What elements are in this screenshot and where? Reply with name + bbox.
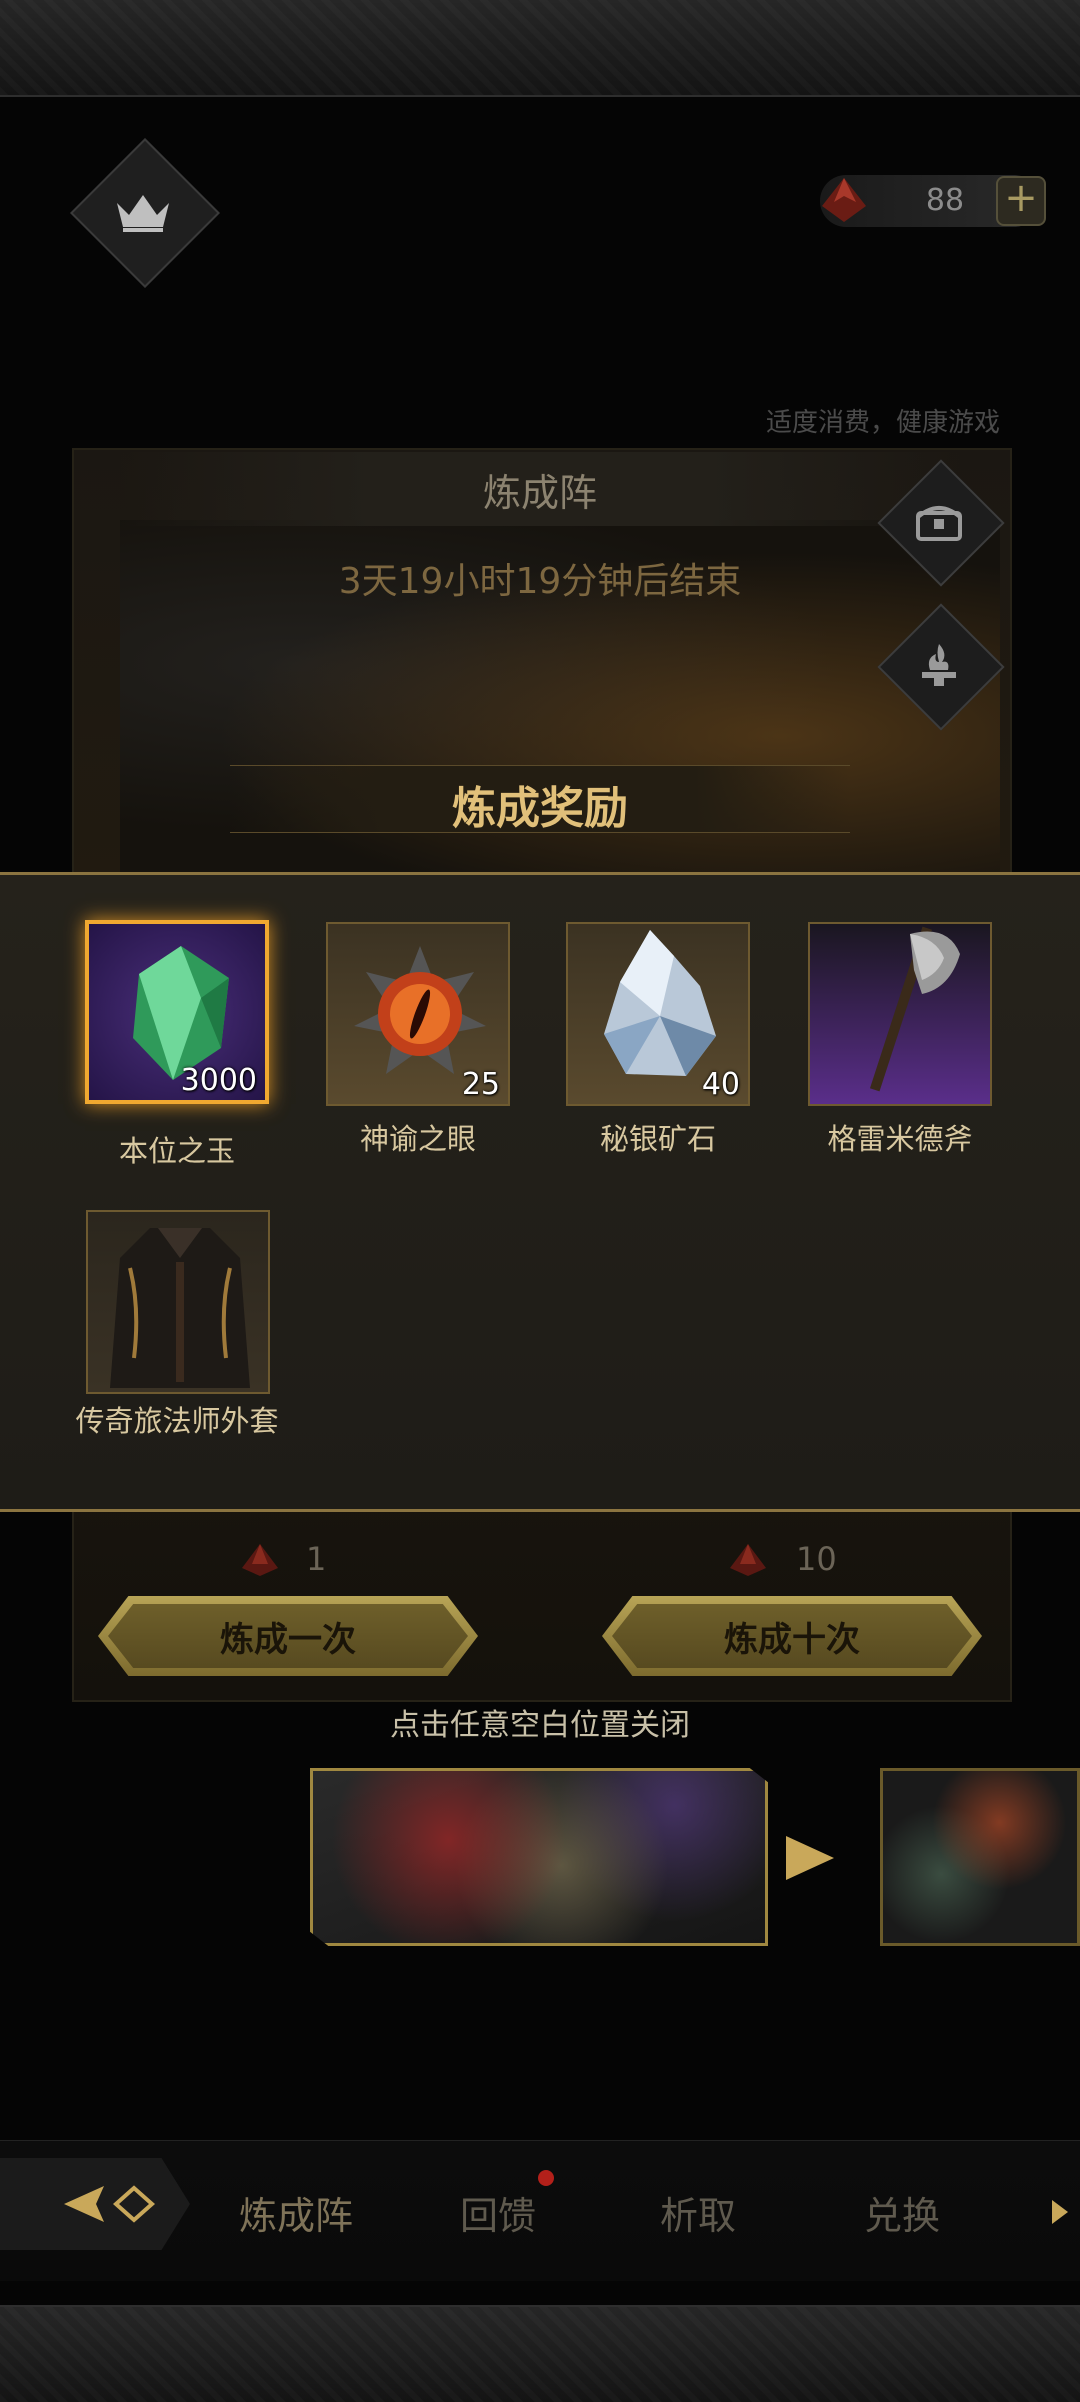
next-banner-image[interactable] bbox=[880, 1768, 1080, 1946]
tab-alchemy[interactable]: 炼成阵 bbox=[216, 2185, 376, 2240]
banner-image[interactable] bbox=[310, 1768, 768, 1946]
red-crystal-icon bbox=[242, 1544, 278, 1576]
ten-draw-cost: 10 bbox=[796, 1540, 837, 1578]
draw-ten-label: 炼成十次 bbox=[724, 1619, 860, 1660]
red-crystal-icon bbox=[730, 1544, 766, 1576]
tab-scroll-right-icon[interactable] bbox=[1052, 2200, 1068, 2224]
currency-value: 88 bbox=[925, 183, 965, 218]
brazier-icon[interactable] bbox=[896, 622, 982, 708]
mage-coat-icon bbox=[110, 1228, 250, 1388]
draw-once-button[interactable]: 炼成一次 bbox=[98, 1596, 478, 1676]
red-crystal-icon bbox=[816, 172, 872, 228]
item-name: 秘银矿石 bbox=[599, 1122, 716, 1156]
reward-item-card[interactable] bbox=[808, 922, 992, 1106]
carousel-next-arrow-icon[interactable] bbox=[786, 1836, 834, 1880]
battle-axe-icon bbox=[869, 926, 960, 1092]
draw-once-label: 炼成一次 bbox=[220, 1619, 356, 1660]
top-ornament-bar bbox=[0, 0, 1080, 97]
single-draw-cost: 1 bbox=[306, 1540, 327, 1578]
tab-exchange[interactable]: 兑换 bbox=[822, 2185, 982, 2240]
reward-item-card[interactable]: 25 bbox=[326, 922, 510, 1106]
notification-dot bbox=[538, 2170, 554, 2186]
item-count: 3000 bbox=[180, 1063, 257, 1098]
event-countdown: 3天19小时19分钟后结束 bbox=[338, 561, 742, 602]
treasure-chest-icon[interactable] bbox=[896, 478, 982, 564]
mithril-ore-icon bbox=[604, 930, 716, 1076]
tab-feedback[interactable]: 回馈 bbox=[418, 2185, 578, 2240]
item-name: 神谕之眼 bbox=[359, 1122, 476, 1156]
tab-extract[interactable]: 析取 bbox=[618, 2185, 778, 2240]
fiery-eye-icon bbox=[354, 946, 486, 1074]
item-name: 传奇旅法师外套 bbox=[75, 1404, 279, 1438]
close-hint[interactable]: 点击任意空白位置关闭 bbox=[0, 1700, 1080, 1744]
health-notice: 适度消费，健康游戏 bbox=[765, 408, 1000, 438]
reward-item-card[interactable]: 40 bbox=[566, 922, 750, 1106]
reward-item-card[interactable] bbox=[86, 1210, 270, 1394]
reward-title: 炼成奖励 bbox=[452, 783, 628, 834]
item-name: 格雷米德斧 bbox=[827, 1122, 973, 1156]
crown-icon[interactable] bbox=[92, 160, 194, 262]
add-currency-button[interactable]: + bbox=[996, 176, 1046, 226]
bottom-ornament-bar bbox=[0, 2305, 1080, 2402]
panel-title: 炼成阵 bbox=[482, 471, 597, 515]
item-count: 25 bbox=[461, 1067, 500, 1102]
item-name: 本位之玉 bbox=[118, 1134, 235, 1168]
draw-ten-button[interactable]: 炼成十次 bbox=[602, 1596, 982, 1676]
back-arrow-icon[interactable] bbox=[64, 2182, 160, 2226]
item-count: 40 bbox=[701, 1067, 740, 1102]
reward-item-card[interactable]: 3000 bbox=[85, 920, 269, 1104]
